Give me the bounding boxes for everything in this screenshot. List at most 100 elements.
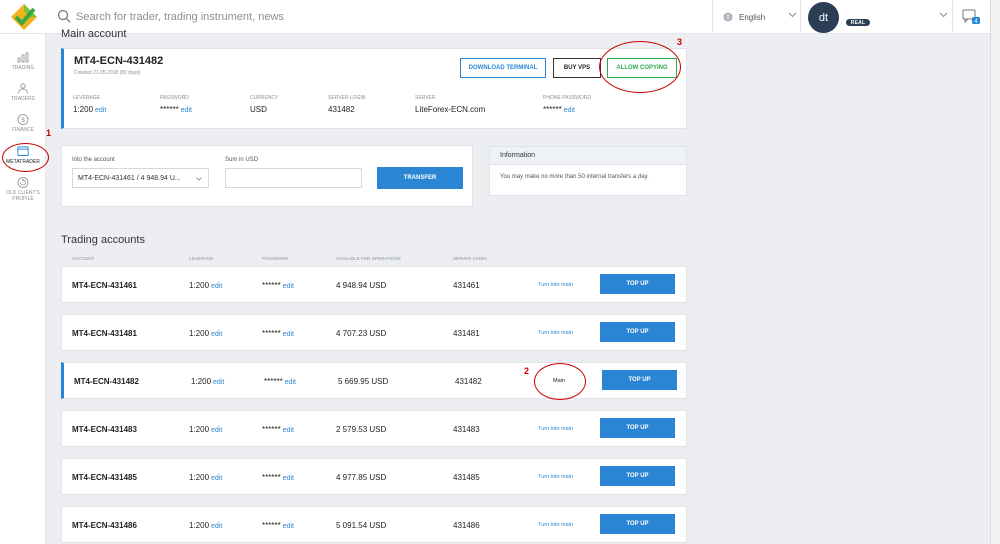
sidebar-item-finance[interactable]: $ FINANCE <box>0 114 46 133</box>
account-number: MT4-ECN-431481 <box>72 329 137 338</box>
edit-password-link[interactable]: edit <box>283 475 294 482</box>
password-cell: ****** edit <box>262 329 294 338</box>
sum-input[interactable] <box>225 168 362 188</box>
svg-text:$: $ <box>21 117 25 124</box>
into-account-select[interactable]: MT4-ECN-431461 / 4 948.94 U... <box>72 168 209 188</box>
column-header-account: ACCOUNT <box>72 256 95 261</box>
top-up-button[interactable]: TOP UP <box>600 514 675 534</box>
leverage-cell: 1:200 edit <box>189 425 222 434</box>
sum-label: Sum in USD <box>225 157 259 163</box>
download-terminal-button[interactable]: DOWNLOAD TERMINAL <box>460 58 546 78</box>
currency-label: CURRENCY <box>250 95 279 101</box>
into-account-label: Into the account <box>72 157 115 163</box>
turn-into-main-link[interactable]: Turn into main <box>538 282 573 288</box>
annotation-number: 3 <box>677 37 683 47</box>
edit-password-link[interactable]: edit <box>283 427 294 434</box>
information-card: Information You may make no more than 50… <box>489 146 687 196</box>
edit-phone-password-link[interactable]: edit <box>564 107 575 114</box>
search-input[interactable] <box>76 9 476 25</box>
password-value: ****** <box>264 377 283 386</box>
sidebar-item-traders[interactable]: TRADERS <box>0 83 46 102</box>
turn-into-main-link[interactable]: Turn into main <box>538 426 573 432</box>
edit-password-link[interactable]: edit <box>283 331 294 338</box>
divider <box>712 0 713 34</box>
password-value: ****** <box>160 105 179 114</box>
top-up-button[interactable]: TOP UP <box>602 370 677 390</box>
edit-leverage-link[interactable]: edit <box>211 427 222 434</box>
phone-password-field: ****** edit <box>543 105 575 114</box>
server-value: LiteForex-ECN.com <box>415 105 486 114</box>
edit-leverage-link[interactable]: edit <box>211 523 222 530</box>
turn-into-main-link[interactable]: Turn into main <box>538 330 573 336</box>
edit-leverage-link[interactable]: edit <box>213 379 224 386</box>
column-header-password: PASSWORD <box>262 256 288 261</box>
chevron-down-icon[interactable] <box>939 12 948 18</box>
edit-password-link[interactable]: edit <box>283 283 294 290</box>
dollar-icon: $ <box>17 114 29 125</box>
buy-vps-button[interactable]: BUY VPS <box>553 58 601 78</box>
edit-leverage-link[interactable]: edit <box>211 283 222 290</box>
leverage-cell: 1:200 edit <box>191 377 224 386</box>
avatar[interactable]: dt <box>808 2 839 33</box>
leverage-value: 1:200 <box>189 521 210 530</box>
top-up-button[interactable]: TOP UP <box>600 466 675 486</box>
column-header-leverage: LEVERAGE <box>189 256 214 261</box>
column-header-available: AVAILABLE FOR OPERATIONS <box>336 256 401 261</box>
main-account-number: MT4-ECN-431482 <box>74 55 164 67</box>
account-type-badge: REAL <box>846 19 870 26</box>
annotation-number: 1 <box>46 128 52 138</box>
edit-leverage-link[interactable]: edit <box>95 107 106 114</box>
leverage-value: 1:200 <box>191 377 212 386</box>
edit-leverage-link[interactable]: edit <box>211 475 222 482</box>
sidebar-item-trading[interactable]: TRADING <box>0 52 46 71</box>
information-title: Information <box>490 147 686 165</box>
column-header-server-login: SERVER LOGIN <box>453 256 487 261</box>
available-funds: 4 977.85 USD <box>336 473 387 482</box>
account-created-date: Created 21.05.2018 (80 days) <box>74 70 141 76</box>
table-row: MT4-ECN-431481 1:200 edit ****** edit 4 707.2… <box>61 314 687 351</box>
top-up-button[interactable]: TOP UP <box>600 322 675 342</box>
server-login: 431485 <box>453 473 480 482</box>
trading-accounts-heading: Trading accounts <box>61 234 145 246</box>
language-selector[interactable]: English <box>723 10 765 24</box>
leverage-cell: 1:200 edit <box>189 473 222 482</box>
server-login: 431486 <box>453 521 480 530</box>
chat-icon[interactable]: 4 <box>962 9 980 25</box>
password-cell: ****** edit <box>262 281 294 290</box>
leverage-field: 1:200 edit <box>73 105 106 114</box>
top-up-button[interactable]: TOP UP <box>600 418 675 438</box>
sidebar-item-label: FINANCE <box>12 127 34 133</box>
edit-password-link[interactable]: edit <box>283 523 294 530</box>
chevron-down-icon[interactable] <box>788 12 797 18</box>
available-funds: 5 669.95 USD <box>338 377 389 386</box>
turn-into-main-link[interactable]: Turn into main <box>538 522 573 528</box>
annotation-circle-1 <box>2 143 49 172</box>
globe-icon <box>723 12 733 22</box>
table-row: MT4-ECN-431485 1:200 edit ****** edit 4 977.8… <box>61 458 687 495</box>
server-login-value: 431482 <box>328 105 355 114</box>
traders-icon <box>18 83 28 94</box>
transfer-button[interactable]: TRANSFER <box>377 167 463 189</box>
table-row: MT4-ECN-431486 1:200 edit ****** edit 5 091.5… <box>61 506 687 543</box>
server-label: SERVER <box>415 95 436 101</box>
password-cell: ****** edit <box>262 425 294 434</box>
account-number: MT4-ECN-431483 <box>72 425 137 434</box>
available-funds: 4 948.94 USD <box>336 281 387 290</box>
sidebar-item-old-profile[interactable]: OLD CLIENT'S PROFILE <box>0 177 46 202</box>
currency-value: USD <box>250 105 267 114</box>
leverage-value: 1:200 <box>73 105 94 114</box>
leverage-cell: 1:200 edit <box>189 521 222 530</box>
password-field: ****** edit <box>160 105 192 114</box>
password-value: ****** <box>262 281 281 290</box>
edit-password-link[interactable]: edit <box>285 379 296 386</box>
page-scrollbar[interactable] <box>990 0 1000 544</box>
edit-leverage-link[interactable]: edit <box>211 331 222 338</box>
edit-password-link[interactable]: edit <box>181 107 192 114</box>
password-label: PASSWORD <box>160 95 189 101</box>
table-row: MT4-ECN-431483 1:200 edit ****** edit 2 579.5… <box>61 410 687 447</box>
bar-chart-icon <box>17 52 29 63</box>
turn-into-main-link[interactable]: Turn into main <box>538 474 573 480</box>
password-value: ****** <box>262 473 281 482</box>
logo-icon[interactable] <box>10 3 38 31</box>
top-up-button[interactable]: TOP UP <box>600 274 675 294</box>
